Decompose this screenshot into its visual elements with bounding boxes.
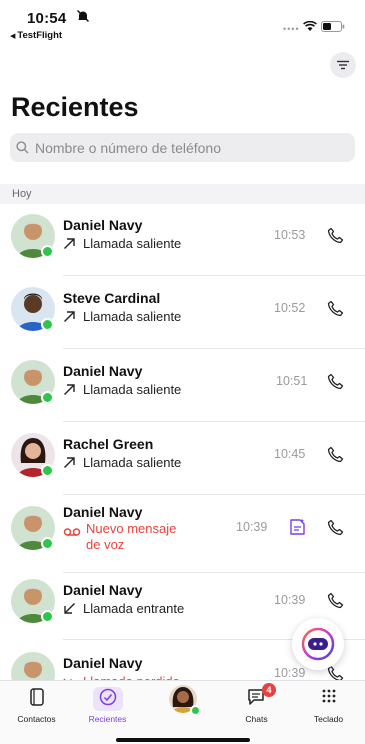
call-row[interactable]: Daniel Navy Llamada saliente 10:53 — [0, 204, 365, 276]
tab-chats[interactable]: 4 Chats — [220, 680, 293, 730]
phone-icon[interactable] — [327, 227, 344, 244]
presence-indicator — [190, 705, 201, 716]
filter-icon — [337, 60, 349, 70]
phone-icon[interactable] — [327, 373, 344, 390]
call-type: Nuevo mensaje de voz — [63, 521, 176, 553]
signal-icon: •••• — [283, 24, 300, 34]
call-time: 10:51 — [276, 374, 308, 388]
contact-name: Rachel Green — [63, 436, 154, 452]
voicemail-label-line1: Nuevo mensaje — [86, 521, 177, 536]
outgoing-arrow-icon — [64, 457, 75, 468]
section-header-today: Hoy — [0, 184, 365, 204]
tab-keypad[interactable]: Teclado — [292, 680, 365, 730]
bell-slash-icon — [77, 10, 89, 22]
chats-badge: 4 — [262, 683, 276, 697]
search-input[interactable]: Nombre o número de teléfono — [10, 133, 355, 162]
presence-indicator — [41, 537, 54, 550]
tab-profile[interactable] — [146, 680, 219, 730]
call-row[interactable]: Daniel Navy Nuevo mensaje de voz 10:39 — [0, 496, 365, 574]
presence-indicator — [41, 610, 54, 623]
call-type: Llamada saliente — [63, 309, 181, 324]
row-divider — [63, 421, 365, 422]
call-type: Llamada entrante — [63, 601, 184, 616]
presence-indicator — [41, 318, 54, 331]
call-time: 10:45 — [274, 447, 306, 461]
avatar — [11, 652, 55, 680]
call-type-label: Llamada saliente — [83, 455, 182, 470]
back-to-app-link[interactable]: ◀ TestFlight — [10, 30, 62, 41]
tab-keypad-label: Teclado — [313, 714, 344, 724]
call-time: 10:39 — [274, 593, 306, 607]
battery-icon — [321, 21, 345, 32]
voicemail-label-line2: de voz — [86, 537, 125, 552]
call-time: 10:52 — [274, 301, 306, 315]
row-divider — [63, 275, 365, 276]
contact-name: Daniel Navy — [63, 504, 143, 520]
transcript-icon[interactable] — [289, 518, 306, 536]
filter-button[interactable] — [330, 52, 356, 78]
tab-chats-label: Chats — [245, 714, 268, 724]
call-type: Llamada saliente — [63, 455, 181, 470]
assistant-fab-button[interactable] — [292, 618, 344, 670]
call-type-label: Llamada saliente — [83, 309, 182, 324]
page-title: Recientes — [11, 92, 139, 122]
contact-name: Steve Cardinal — [63, 290, 161, 306]
call-row[interactable]: Rachel Green Llamada saliente 10:45 — [0, 423, 365, 495]
keypad-icon — [322, 689, 335, 703]
recents-clock-icon — [99, 688, 116, 706]
chat-bubble-icon — [301, 627, 335, 661]
call-type: Llamada saliente — [63, 236, 181, 251]
wifi-icon — [303, 21, 317, 31]
contact-name: Daniel Navy — [63, 363, 143, 379]
phone-icon[interactable] — [327, 519, 344, 536]
call-row[interactable]: Daniel Navy Llamada saliente 10:51 — [0, 350, 365, 422]
contact-name: Daniel Navy — [63, 582, 143, 598]
presence-indicator — [41, 464, 54, 477]
voicemail-icon — [63, 528, 81, 536]
presence-indicator — [41, 245, 54, 258]
contact-name: Daniel Navy — [63, 655, 143, 671]
incoming-arrow-icon — [64, 603, 75, 614]
contacts-icon — [29, 688, 44, 706]
call-time: 10:53 — [274, 228, 306, 242]
status-time: 10:54 — [27, 10, 67, 27]
call-row[interactable]: Steve Cardinal Llamada saliente 10:52 — [0, 277, 365, 349]
row-divider — [63, 494, 365, 495]
tab-contacts-label: Contactos — [17, 714, 56, 724]
search-icon — [16, 141, 29, 154]
outgoing-arrow-icon — [64, 384, 75, 395]
call-time: 10:39 — [236, 520, 268, 534]
phone-icon[interactable] — [327, 300, 344, 317]
call-type-label: Llamada saliente — [83, 236, 182, 251]
tab-recents[interactable]: Recientes — [71, 680, 144, 730]
back-app-label: TestFlight — [17, 30, 63, 41]
status-bar: 10:54 ◀ TestFlight •••• — [0, 0, 365, 46]
phone-icon[interactable] — [327, 446, 344, 463]
outgoing-arrow-icon — [64, 311, 75, 322]
call-type-label: Llamada entrante — [83, 601, 185, 616]
tab-contacts[interactable]: Contactos — [0, 680, 73, 730]
call-time: 10:39 — [274, 666, 306, 680]
phone-icon[interactable] — [327, 592, 344, 609]
tab-recents-label: Recientes — [88, 714, 127, 724]
contact-name: Daniel Navy — [63, 217, 143, 233]
home-indicator — [116, 738, 250, 742]
call-type-label: Llamada saliente — [83, 382, 182, 397]
search-placeholder: Nombre o número de teléfono — [35, 139, 221, 156]
call-type: Llamada saliente — [63, 382, 181, 397]
outgoing-arrow-icon — [64, 238, 75, 249]
row-divider — [63, 348, 365, 349]
presence-indicator — [41, 391, 54, 404]
